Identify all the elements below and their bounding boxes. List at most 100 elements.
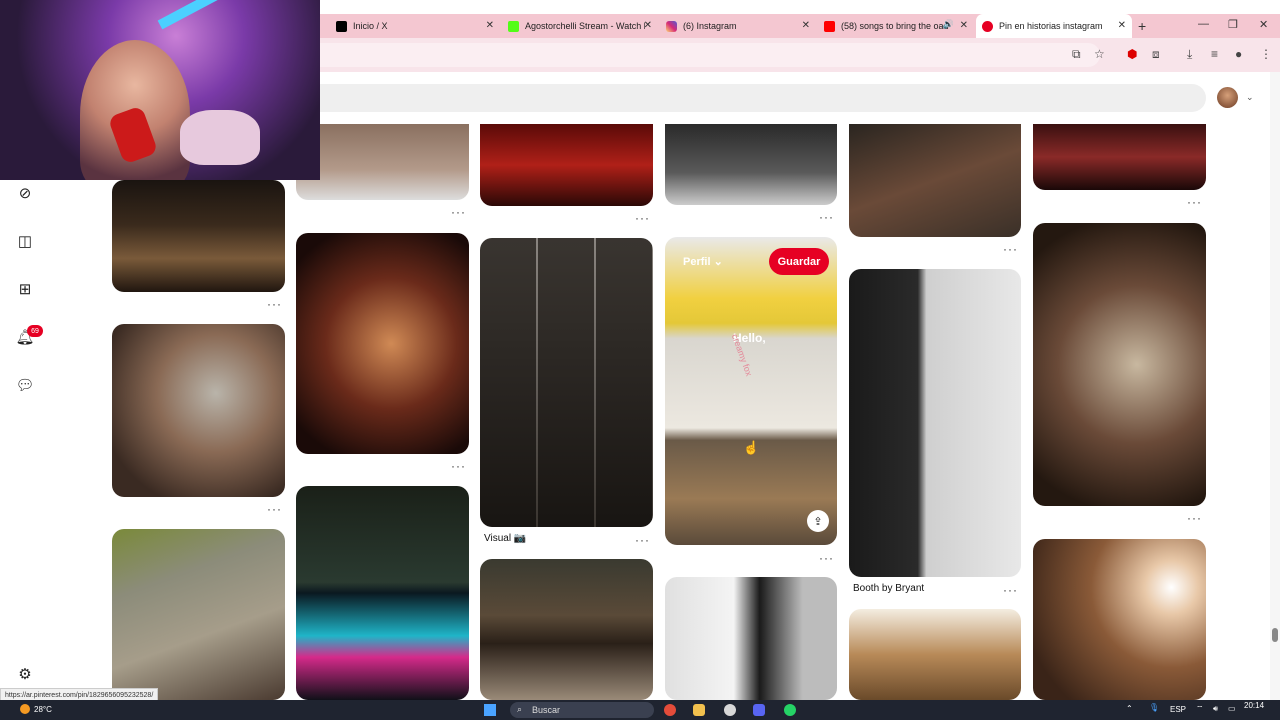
- mic-arm: [157, 0, 313, 30]
- pin-flash-portrait[interactable]: [1033, 539, 1206, 700]
- menu-icon[interactable]: ⋮: [1260, 47, 1272, 61]
- pin-collage-grid[interactable]: [480, 238, 653, 527]
- tab-kick[interactable]: Agostorchelli Stream - Watch l ✕: [502, 14, 658, 38]
- more-options-icon[interactable]: ···: [267, 297, 282, 311]
- search-icon: ⌕: [517, 704, 523, 714]
- gear-icon[interactable]: ⚙: [15, 664, 35, 684]
- pin-title-visual: Visual 📷: [484, 533, 527, 544]
- extensions-icon[interactable]: ⧈: [1152, 47, 1160, 62]
- pin-car-interior[interactable]: [665, 124, 837, 205]
- media-icon[interactable]: ≡: [1211, 47, 1218, 61]
- more-options-icon[interactable]: ···: [1187, 195, 1202, 209]
- scrollbar-thumb[interactable]: [1272, 628, 1278, 642]
- close-icon[interactable]: ✕: [486, 20, 494, 31]
- new-tab-button[interactable]: +: [1138, 18, 1146, 34]
- battery-icon[interactable]: ▭: [1228, 704, 1236, 713]
- avatar[interactable]: [1217, 87, 1238, 108]
- more-options-icon[interactable]: ···: [819, 210, 834, 224]
- pin-red-room[interactable]: [480, 124, 653, 206]
- pin-photobooth-bag[interactable]: [849, 269, 1021, 577]
- app-icon[interactable]: [724, 704, 736, 716]
- pin-fur-coat[interactable]: [112, 324, 285, 497]
- pin-photobooth-strips[interactable]: [1033, 223, 1206, 506]
- pin-bw-portrait[interactable]: [665, 577, 837, 700]
- wifi-icon[interactable]: ⌔: [1196, 704, 1204, 714]
- profile-dropdown[interactable]: Perfil ⌄: [683, 255, 723, 268]
- adblock-icon[interactable]: ⬢: [1127, 47, 1137, 61]
- pin-cafe-interior[interactable]: [849, 609, 1021, 700]
- windows-start-icon[interactable]: [484, 704, 496, 716]
- plush-toy: [180, 110, 260, 165]
- pin-top-col2[interactable]: [296, 124, 469, 200]
- more-options-icon[interactable]: ···: [267, 502, 282, 516]
- search-input[interactable]: [320, 84, 1206, 112]
- pin-title-booth: Booth by Bryant: [853, 583, 925, 594]
- explore-icon[interactable]: ⊘: [15, 183, 35, 203]
- weather-widget[interactable]: 28°C: [20, 704, 52, 714]
- profile-icon[interactable]: ●: [1235, 47, 1242, 61]
- close-window-icon[interactable]: ✕: [1259, 18, 1268, 31]
- kick-icon: [508, 20, 519, 32]
- language-indicator[interactable]: ESP: [1170, 705, 1186, 714]
- more-options-icon[interactable]: ···: [451, 205, 466, 219]
- more-options-icon[interactable]: ···: [451, 459, 466, 473]
- pin-neon-city[interactable]: [296, 486, 469, 700]
- create-icon[interactable]: ⊞: [15, 279, 35, 299]
- pin-stone-doorway[interactable]: [112, 529, 285, 700]
- more-options-icon[interactable]: ···: [1187, 511, 1202, 525]
- pinterest-icon: [982, 20, 993, 32]
- folder-icon[interactable]: [693, 704, 705, 716]
- taskbar-search[interactable]: ⌕ Buscar: [510, 702, 654, 718]
- share-icon[interactable]: ⇪: [807, 510, 829, 532]
- tab-strip: Inicio / X ✕ Agostorchelli Stream - Watc…: [320, 14, 1280, 38]
- pin-restaurant-portrait[interactable]: [296, 233, 469, 454]
- more-options-icon[interactable]: ···: [1003, 583, 1018, 597]
- tab-x[interactable]: Inicio / X ✕: [330, 14, 500, 38]
- more-options-icon[interactable]: ···: [635, 211, 650, 225]
- page-scrollbar[interactable]: [1270, 72, 1280, 700]
- omnibox[interactable]: [320, 43, 1100, 67]
- tab-label: Agostorchelli Stream - Watch l: [525, 21, 645, 31]
- chevron-down-icon[interactable]: ⌄: [1246, 92, 1254, 103]
- pin-red-seats[interactable]: [1033, 124, 1206, 190]
- boards-icon[interactable]: ◫: [15, 231, 35, 251]
- minimize-icon[interactable]: —: [1198, 18, 1209, 30]
- close-icon[interactable]: ✕: [644, 20, 652, 31]
- tab-instagram[interactable]: (6) Instagram ✕: [660, 14, 816, 38]
- messages-icon[interactable]: 💬︎: [15, 375, 35, 395]
- clock[interactable]: 20:14: [1244, 701, 1264, 710]
- mic-icon[interactable]: 🎙︎: [1149, 703, 1159, 712]
- tab-pinterest[interactable]: Pin en historias instagram ✕: [976, 14, 1132, 38]
- chrome-icon[interactable]: [664, 704, 676, 716]
- speaker-icon[interactable]: 🔊: [943, 19, 954, 30]
- close-icon[interactable]: ✕: [802, 20, 810, 31]
- profile-label: Perfil: [683, 256, 711, 268]
- pin-street-night[interactable]: [849, 124, 1021, 237]
- close-icon[interactable]: ✕: [960, 20, 968, 31]
- tab-label: Inicio / X: [353, 21, 388, 31]
- whatsapp-icon[interactable]: [784, 704, 796, 716]
- chevron-down-icon: ⌄: [713, 256, 723, 268]
- save-button[interactable]: Guardar: [769, 248, 829, 275]
- chevron-up-icon[interactable]: ⌃: [1126, 704, 1133, 713]
- pin-hover-collage[interactable]: [665, 237, 837, 545]
- notification-badge: 69: [27, 325, 43, 337]
- bookmark-star-icon[interactable]: ☆: [1094, 47, 1105, 61]
- restore-icon[interactable]: ❐: [1228, 18, 1238, 31]
- more-options-icon[interactable]: ···: [635, 533, 650, 547]
- volume-icon[interactable]: 🔊︎: [1213, 704, 1218, 714]
- more-options-icon[interactable]: ···: [819, 551, 834, 565]
- download-icon[interactable]: ⤓: [1187, 47, 1192, 62]
- tab-youtube[interactable]: (58) songs to bring the oad 🔊 ✕: [818, 14, 974, 38]
- tab-label: Pin en historias instagram: [999, 21, 1103, 31]
- close-icon[interactable]: ✕: [1118, 20, 1126, 31]
- install-app-icon[interactable]: ⧉: [1072, 47, 1081, 62]
- youtube-icon: [824, 20, 835, 32]
- discord-icon[interactable]: [753, 704, 765, 716]
- more-options-icon[interactable]: ···: [1003, 242, 1018, 256]
- pin-staircase[interactable]: [112, 180, 285, 292]
- tab-label: (58) songs to bring the oad: [841, 21, 949, 31]
- hand-cursor-icon: ☝: [743, 440, 760, 455]
- x-icon: [336, 20, 347, 32]
- pin-storefront[interactable]: [480, 559, 653, 700]
